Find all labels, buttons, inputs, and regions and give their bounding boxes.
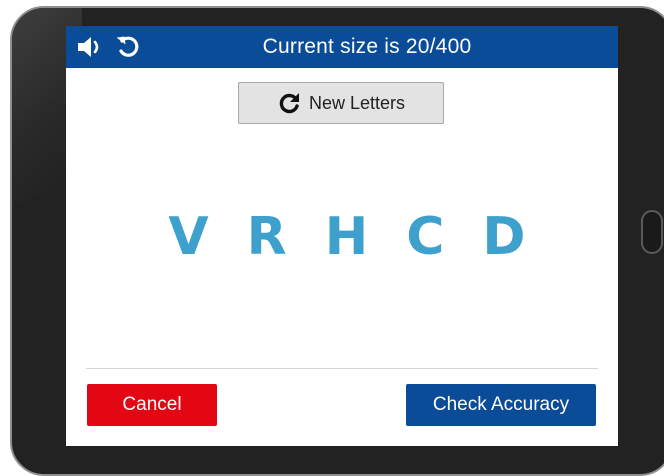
chart-letter: R (246, 207, 287, 267)
tablet-home-button[interactable] (641, 210, 663, 254)
page-title: Current size is 20/400 (262, 35, 472, 58)
tablet-frame: Current size is 20/400 New Letters V R H… (10, 6, 664, 476)
new-letters-label: New Letters (308, 92, 406, 113)
app-screen: Current size is 20/400 New Letters V R H… (66, 26, 618, 446)
check-accuracy-button[interactable]: Check Accuracy (406, 384, 596, 426)
cancel-button[interactable]: Cancel (87, 384, 217, 426)
letter-chart: V R H C D (66, 202, 618, 272)
top-bar: Current size is 20/400 (66, 26, 618, 68)
divider (86, 368, 598, 369)
chart-letter: C (406, 207, 445, 267)
new-letters-button[interactable]: New Letters (238, 82, 444, 124)
chart-letter: H (324, 207, 369, 267)
chart-letter: D (482, 207, 526, 267)
refresh-icon (277, 91, 301, 115)
chart-letter: V (168, 207, 209, 267)
